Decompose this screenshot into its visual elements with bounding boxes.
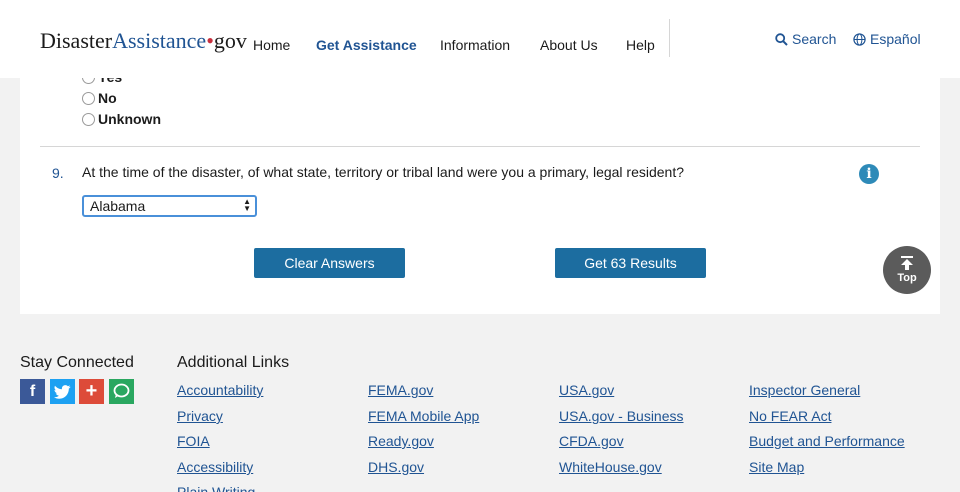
google-plus-icon[interactable]: +	[79, 379, 104, 404]
question-number: 9.	[52, 165, 64, 181]
search-link[interactable]: Search	[775, 31, 836, 47]
site-header: DisasterAssistance•gov Home Get Assistan…	[0, 0, 960, 78]
nav-information[interactable]: Information	[440, 37, 510, 53]
footer-link-accessibility[interactable]: Accessibility	[177, 459, 253, 475]
twitter-icon[interactable]	[50, 379, 75, 404]
footer-link-whitehouse[interactable]: WhiteHouse.gov	[559, 459, 662, 475]
nav-about-us[interactable]: About Us	[540, 37, 598, 53]
clear-answers-button[interactable]: Clear Answers	[254, 248, 405, 278]
question-divider	[40, 146, 920, 147]
facebook-icon[interactable]: f	[20, 379, 45, 404]
globe-icon	[853, 32, 866, 46]
footer-link-ready[interactable]: Ready.gov	[368, 433, 434, 449]
radio-option-no[interactable]: No	[82, 90, 117, 106]
radio-label: No	[98, 90, 117, 106]
footer-link-privacy[interactable]: Privacy	[177, 408, 223, 424]
question-text: At the time of the disaster, of what sta…	[82, 164, 685, 180]
footer-link-usa[interactable]: USA.gov	[559, 382, 614, 398]
footer-link-accountability[interactable]: Accountability	[177, 382, 263, 398]
additional-links-heading: Additional Links	[177, 354, 290, 371]
radio-button[interactable]	[82, 112, 95, 126]
radio-button[interactable]	[82, 91, 95, 105]
back-to-top-button[interactable]: Top	[883, 246, 931, 294]
footer-link-plain-writing[interactable]: Plain Writing	[177, 484, 255, 492]
footer-link-dhs[interactable]: DHS.gov	[368, 459, 424, 475]
search-icon	[775, 32, 788, 46]
footer-link-budget-performance[interactable]: Budget and Performance	[749, 433, 905, 449]
footer-link-usa-business[interactable]: USA.gov - Business	[559, 408, 684, 424]
state-select[interactable]: Alabama ▲ ▼	[82, 195, 257, 217]
site-logo[interactable]: DisasterAssistance•gov	[40, 28, 247, 54]
back-to-top-label: Top	[897, 272, 917, 284]
search-label: Search	[792, 31, 837, 47]
get-results-button[interactable]: Get 63 Results	[555, 248, 706, 278]
info-icon[interactable]: i	[859, 164, 879, 184]
radio-label: Unknown	[98, 111, 161, 127]
chat-icon[interactable]	[109, 379, 134, 404]
arrow-up-icon	[901, 256, 913, 270]
footer-link-site-map[interactable]: Site Map	[749, 459, 804, 475]
stay-connected-heading: Stay Connected	[20, 354, 134, 371]
state-select-value: Alabama	[90, 198, 146, 214]
footer-link-fema[interactable]: FEMA.gov	[368, 382, 433, 398]
footer-link-cfda[interactable]: CFDA.gov	[559, 433, 624, 449]
footer-link-fema-mobile-app[interactable]: FEMA Mobile App	[368, 408, 479, 424]
language-label: Español	[870, 31, 921, 47]
nav-get-assistance[interactable]: Get Assistance	[316, 37, 417, 53]
select-arrows-icon: ▲ ▼	[243, 197, 251, 213]
radio-option-unknown[interactable]: Unknown	[82, 111, 161, 127]
footer-link-foia[interactable]: FOIA	[177, 433, 210, 449]
language-link[interactable]: Español	[853, 31, 921, 47]
footer-link-inspector-general[interactable]: Inspector General	[749, 382, 860, 398]
nav-divider	[669, 19, 670, 57]
nav-home[interactable]: Home	[253, 37, 290, 53]
footer-link-no-fear-act[interactable]: No FEAR Act	[749, 408, 831, 424]
nav-help[interactable]: Help	[626, 37, 655, 53]
